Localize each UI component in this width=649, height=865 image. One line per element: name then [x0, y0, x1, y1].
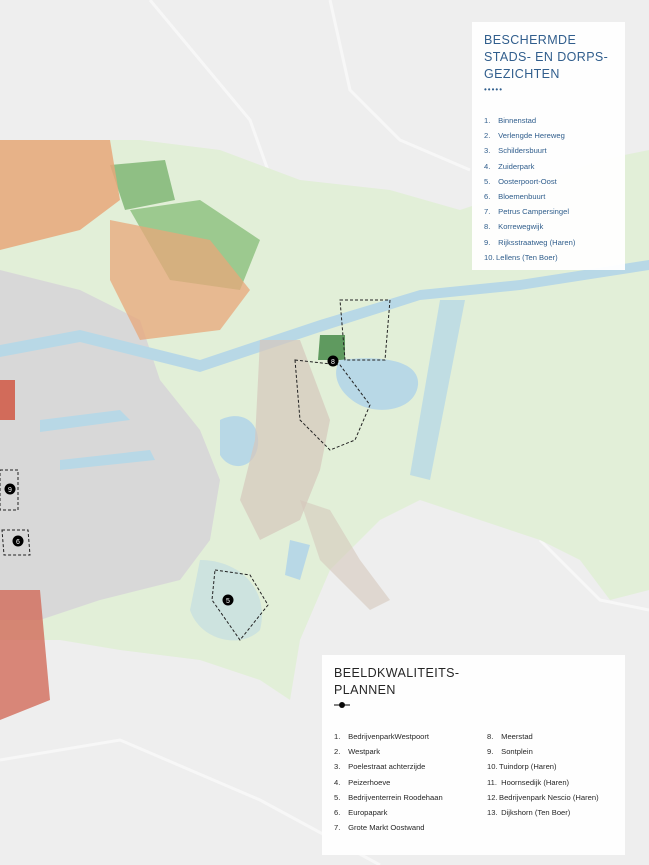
legend-title-protected-views: BESCHERMDE STADS- EN DORPS- GEZICHTEN [484, 32, 624, 83]
list-item: 12.Bedrijvenpark Nescio (Haren) [487, 792, 599, 802]
list-item: 11. Hoornsedijk (Haren) [487, 777, 570, 787]
plan-marker-5-label: 5 [226, 598, 230, 605]
list-item: 9. Sontplein [487, 747, 533, 757]
list-item: 2. Westpark [334, 747, 381, 757]
list-item: 8. Korrewegwijk [484, 222, 544, 232]
title-line: BESCHERMDE [484, 33, 577, 47]
list-item: 7. Petrus Campersingel [484, 207, 570, 217]
list-item: 1. BedrijvenparkWestpoort [334, 732, 430, 741]
plan-marker-8-label: 8 [331, 359, 335, 366]
legend-panel-protected-views: BESCHERMDE STADS- EN DORPS- GEZICHTEN ••… [472, 22, 625, 270]
legend-title-quality-plans: BEELDKWALITEITS- PLANNEN [334, 665, 484, 699]
plan-marker-6-label: 6 [16, 539, 20, 546]
title-line: STADS- EN DORPS- [484, 50, 609, 64]
legend-panel-quality-plans: BEELDKWALITEITS- PLANNEN 1. Bedrijvenpar… [322, 655, 625, 855]
list-item: 7. Grote Markt Oostwand [334, 823, 425, 833]
plan-marker-8[interactable]: 8 [327, 355, 339, 367]
list-item: 4. Zuiderpark [484, 161, 535, 171]
title-line: PLANNEN [334, 683, 396, 697]
quality-plans-list-right: 8. Meerstad 9. Sontplein 10.Tuindorp (Ha… [487, 729, 599, 820]
list-item: 8. Meerstad [487, 732, 533, 741]
title-line: BEELDKWALITEITS- [334, 666, 460, 680]
title-line: GEZICHTEN [484, 67, 560, 81]
list-item: 13. Dijkshorn (Ten Boer) [487, 808, 571, 818]
plan-marker-5[interactable]: 5 [222, 594, 234, 606]
list-item: 10.Tuindorp (Haren) [487, 762, 557, 772]
list-item: 10.Lellens (Ten Boer) [484, 252, 558, 262]
list-item: 6. Bloemenbuurt [484, 192, 546, 202]
dotted-area-symbol: ••••• [484, 85, 504, 94]
list-item: 1. Binnenstad [484, 116, 537, 125]
list-item: 9. Rijksstraatweg (Haren) [484, 237, 576, 247]
quality-plans-list-left: 1. BedrijvenparkWestpoort 2. Westpark 3.… [334, 729, 443, 835]
residential-west [0, 380, 15, 420]
plan-marker-6[interactable]: 6 [12, 535, 24, 547]
list-item: 3. Schildersbuurt [484, 146, 547, 156]
plan-marker-9[interactable]: 9 [4, 483, 16, 495]
list-item: 3. Poelestraat achterzijde [334, 762, 426, 772]
list-item: 5. Bedrijventerrein Roodehaan [334, 792, 443, 802]
list-item: 4. Peizerhoeve [334, 777, 391, 787]
list-item: 2. Verlengde Hereweg [484, 131, 565, 141]
plan-marker-symbol-icon [334, 702, 350, 708]
list-item: 5. Oosterpoort-Oost [484, 176, 557, 186]
plan-marker-9-label: 9 [8, 487, 12, 494]
list-item: 6. Europapark [334, 808, 388, 818]
protected-views-list: 1. Binnenstad 2. Verlengde Hereweg 3. Sc… [484, 113, 575, 265]
